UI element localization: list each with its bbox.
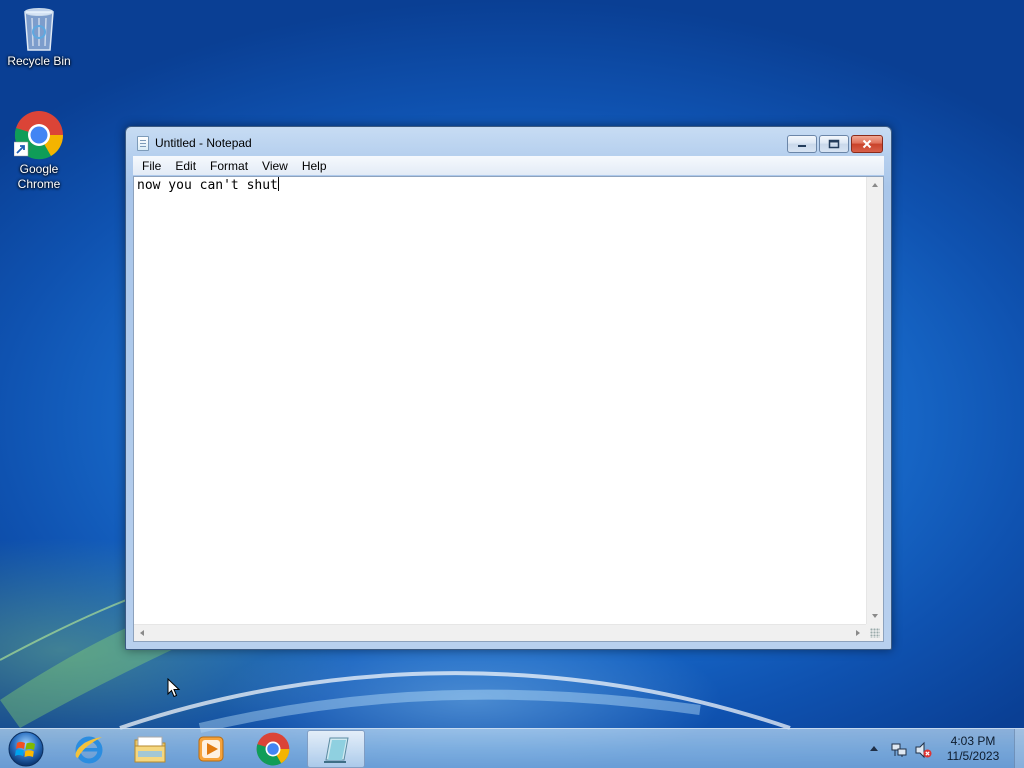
- clock-date: 11/5/2023: [946, 749, 1000, 763]
- volume-muted-icon[interactable]: [914, 741, 932, 759]
- notepad-window[interactable]: Untitled - Notepad File Edit Format View…: [125, 126, 892, 650]
- text-editor[interactable]: now you can't shut: [133, 176, 884, 642]
- chrome-icon: [256, 732, 290, 766]
- scroll-right-icon[interactable]: [856, 630, 860, 636]
- notepad-icon: [137, 136, 149, 151]
- chrome-icon: [14, 111, 64, 160]
- mouse-cursor-icon: [167, 678, 181, 698]
- editor-text: now you can't shut: [137, 178, 278, 193]
- internet-explorer-icon: [75, 736, 103, 764]
- size-grip[interactable]: [866, 624, 883, 641]
- menu-file[interactable]: File: [135, 159, 168, 173]
- title-bar[interactable]: Untitled - Notepad: [126, 127, 891, 157]
- file-explorer-icon: [134, 736, 166, 763]
- window-controls: [787, 135, 883, 153]
- close-button[interactable]: [851, 135, 883, 153]
- taskbar-media-player[interactable]: [182, 730, 240, 768]
- maximize-button[interactable]: [819, 135, 849, 153]
- taskbar-notepad[interactable]: [307, 730, 365, 768]
- maximize-icon: [828, 139, 840, 149]
- taskbar-internet-explorer[interactable]: [60, 730, 118, 768]
- minimize-button[interactable]: [787, 135, 817, 153]
- windows-start-icon: [8, 731, 44, 767]
- start-button[interactable]: [6, 730, 46, 768]
- clock-time: 4:03 PM: [950, 734, 996, 748]
- taskbar: 4:03 PM 11/5/2023: [0, 728, 1024, 768]
- media-player-icon: [198, 736, 224, 762]
- window-title: Untitled - Notepad: [155, 136, 252, 150]
- menu-bar: File Edit Format View Help: [133, 156, 884, 175]
- menu-edit[interactable]: Edit: [168, 159, 203, 173]
- desktop-icon-google-chrome[interactable]: Google Chrome: [1, 110, 77, 192]
- editor-content[interactable]: now you can't shut: [137, 177, 863, 621]
- scroll-up-icon[interactable]: [872, 183, 878, 187]
- taskbar-file-explorer[interactable]: [121, 730, 179, 768]
- notepad-icon: [324, 737, 349, 763]
- vertical-scrollbar[interactable]: [866, 177, 883, 624]
- desktop-icon-recycle-bin[interactable]: Recycle Bin: [1, 6, 77, 69]
- grip-icon: [870, 628, 880, 638]
- recycle-bin-icon: [24, 8, 54, 51]
- menu-help[interactable]: Help: [295, 159, 334, 173]
- desktop-icon-label: Google Chrome: [17, 162, 61, 191]
- minimize-icon: [798, 145, 806, 147]
- system-clock[interactable]: 4:03 PM 11/5/2023: [940, 734, 1006, 764]
- show-hidden-icons-icon[interactable]: [870, 746, 878, 751]
- scroll-left-icon[interactable]: [140, 630, 144, 636]
- scroll-down-icon[interactable]: [872, 614, 878, 618]
- close-icon: [862, 139, 872, 149]
- network-icon[interactable]: [890, 741, 908, 759]
- horizontal-scrollbar[interactable]: [134, 624, 866, 641]
- show-desktop-button[interactable]: [1014, 729, 1024, 768]
- menu-view[interactable]: View: [255, 159, 295, 173]
- taskbar-chrome[interactable]: [244, 730, 302, 768]
- text-caret: [277, 177, 279, 191]
- desktop-icon-label: Recycle Bin: [7, 54, 71, 68]
- menu-format[interactable]: Format: [203, 159, 255, 173]
